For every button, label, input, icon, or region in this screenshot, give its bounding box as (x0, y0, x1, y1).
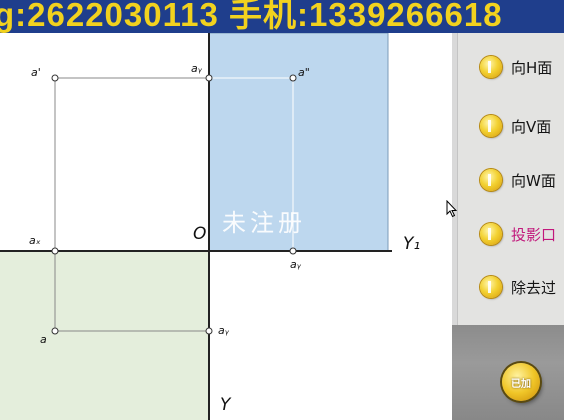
bulb-icon (480, 276, 502, 298)
button-label: 向W面 (511, 171, 556, 190)
button-remove[interactable]: 除去过 (480, 273, 564, 301)
label-a-z: aᵧ (191, 62, 202, 75)
button-to-w-plane[interactable]: 向W面 (480, 166, 564, 194)
label-a-yw: aᵧ (290, 258, 301, 271)
banner-contact-text: g:2622030113 手机:1339266618 (0, 0, 503, 33)
top-banner: g:2622030113 手机:1339266618 (0, 0, 564, 33)
y-axis-label: Y (220, 395, 231, 415)
label-a-prime: a' (31, 66, 41, 79)
point-a-z[interactable] (205, 74, 213, 82)
point-a[interactable] (51, 327, 59, 335)
mouse-cursor-icon (446, 200, 458, 218)
label-a-double-prime: a" (298, 66, 310, 79)
label-a-yh: aᵧ (218, 324, 229, 337)
button-to-h-plane[interactable]: 向H面 (480, 53, 564, 81)
label-a-x: aₓ (29, 234, 41, 247)
point-a-x[interactable] (51, 247, 59, 255)
point-a-yh[interactable] (205, 327, 213, 335)
point-a-yw[interactable] (289, 247, 297, 255)
point-a-prime[interactable] (51, 74, 59, 82)
button-label: 向V面 (511, 117, 552, 136)
bulb-icon (480, 115, 502, 137)
bulb-icon (480, 169, 502, 191)
button-to-v-plane[interactable]: 向V面 (480, 112, 564, 140)
point-a-double-prime[interactable] (289, 74, 297, 82)
button-label: 除去过 (511, 278, 557, 297)
h-plane-region (0, 251, 209, 420)
round-button-label: 已加 (511, 378, 531, 390)
label-a: a (40, 333, 47, 346)
drawing-canvas: a' aᵧ a" aₓ aᵧ a aᵧ O Y₁ Y 未注册 (0, 33, 452, 420)
control-panel: 向H面 向V面 向W面 投影口 除去过 已加 (452, 33, 564, 420)
bulb-icon (480, 223, 502, 245)
button-projection[interactable]: 投影口 (480, 220, 564, 248)
bulb-icon (480, 56, 502, 78)
unregistered-watermark: 未注册 (222, 209, 306, 237)
button-label: 向H面 (511, 58, 553, 77)
origin-label: O (193, 224, 207, 244)
button-label: 投影口 (511, 225, 557, 244)
y1-axis-label: Y₁ (403, 234, 421, 254)
round-action-button[interactable]: 已加 (502, 363, 540, 401)
